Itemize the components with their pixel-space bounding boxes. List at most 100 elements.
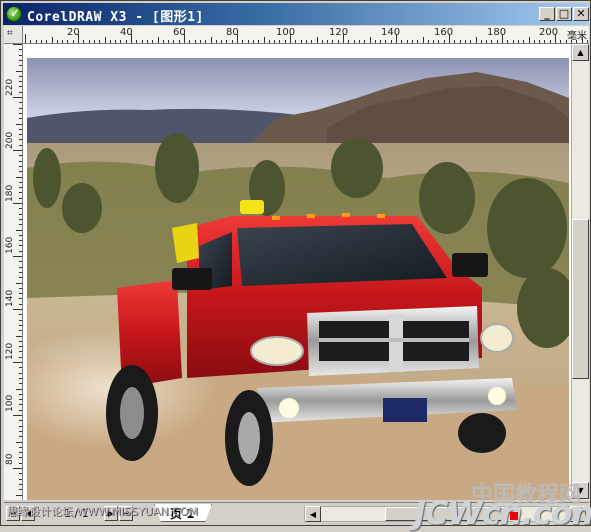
ruler-tick xyxy=(560,40,561,43)
ruler-tick xyxy=(370,37,371,43)
ruler-label: 180 xyxy=(487,27,506,38)
ruler-tick xyxy=(19,436,22,437)
ruler-tick xyxy=(566,40,567,43)
ruler-tick xyxy=(380,40,381,43)
truck-photo[interactable] xyxy=(27,58,569,500)
ruler-tick xyxy=(173,40,174,43)
ruler-tick xyxy=(19,235,22,236)
ruler-tick xyxy=(19,76,22,77)
ruler-tick xyxy=(13,256,22,257)
ruler-tick xyxy=(36,40,37,43)
ruler-tick xyxy=(338,40,339,43)
ruler-tick xyxy=(19,431,22,432)
ruler-tick xyxy=(179,40,180,43)
ruler-tick xyxy=(94,40,95,43)
ruler-tick xyxy=(19,304,22,305)
ruler-tick xyxy=(19,320,22,321)
ruler-tick xyxy=(269,40,270,43)
ruler-tick xyxy=(19,314,22,315)
ruler-tick xyxy=(16,283,22,284)
ruler-tick xyxy=(46,40,47,43)
ruler-tick xyxy=(19,272,22,273)
ruler-tick xyxy=(449,34,450,43)
ruler-tick xyxy=(19,65,22,66)
scroll-up-button[interactable]: ▲ xyxy=(572,44,589,61)
ruler-tick xyxy=(115,40,116,43)
ruler-tick xyxy=(19,298,22,299)
minimize-button[interactable]: _ xyxy=(539,7,555,21)
ruler-tick xyxy=(120,40,121,43)
ruler-label: 220 xyxy=(5,79,15,96)
ruler-tick xyxy=(507,40,508,43)
ruler-tick xyxy=(19,479,22,480)
ruler-tick xyxy=(354,40,355,43)
ruler-tick xyxy=(19,383,22,384)
ruler-label: 120 xyxy=(5,343,15,360)
ruler-tick xyxy=(195,40,196,43)
ruler-tick xyxy=(131,34,132,43)
ruler-tick xyxy=(19,399,22,400)
ruler-tick xyxy=(163,40,164,43)
coreldraw-icon[interactable]: ✓ xyxy=(6,6,22,22)
ruler-tick xyxy=(67,40,68,43)
ruler-tick xyxy=(19,139,22,140)
ruler-tick xyxy=(19,224,22,225)
close-button[interactable]: ✕ xyxy=(573,7,589,21)
ruler-tick xyxy=(582,37,583,43)
ruler-tick xyxy=(444,40,445,43)
ruler-tick xyxy=(19,473,22,474)
horizontal-ruler[interactable]: 20 40 60 80 100 120 140 160 180 200 毫米 xyxy=(23,26,589,44)
ruler-tick xyxy=(19,330,22,331)
drawing-canvas[interactable] xyxy=(23,44,571,500)
ruler-tick xyxy=(401,40,402,43)
ruler-label: 100 xyxy=(276,27,295,38)
ruler-tick xyxy=(19,484,22,485)
ruler-tick xyxy=(550,40,551,43)
ruler-tick xyxy=(13,468,22,469)
ruler-tick xyxy=(491,40,492,43)
ruler-tick xyxy=(110,40,111,43)
vertical-ruler[interactable]: 220 200 180 160 140 120 100 80 xyxy=(4,44,23,500)
ruler-tick xyxy=(19,325,22,326)
ruler-tick xyxy=(343,34,344,43)
ruler-tick xyxy=(19,245,22,246)
ruler-tick xyxy=(152,40,153,43)
ruler-label: 180 xyxy=(5,185,15,202)
ruler-tick xyxy=(391,40,392,43)
ruler-tick xyxy=(19,341,22,342)
ruler-tick xyxy=(83,40,84,43)
scroll-left-button[interactable]: ◀ xyxy=(305,506,321,522)
ruler-tick xyxy=(317,37,318,43)
ruler-tick xyxy=(126,40,127,43)
coreldraw-window: ✓ CorelDRAW X3 - [图形1] _ □ ✕ ⌗ 20 40 60 … xyxy=(0,0,591,526)
ruler-tick xyxy=(534,40,535,43)
vertical-scroll-thumb[interactable] xyxy=(572,219,589,379)
ruler-tick xyxy=(19,489,22,490)
ruler-tick xyxy=(481,40,482,43)
title-bar[interactable]: ✓ CorelDRAW X3 - [图形1] _ □ ✕ xyxy=(3,3,589,25)
ruler-tick xyxy=(189,40,190,43)
ruler-origin[interactable]: ⌗ xyxy=(4,26,23,44)
ruler-tick xyxy=(142,40,143,43)
maximize-button[interactable]: □ xyxy=(556,7,572,21)
ruler-tick xyxy=(19,394,22,395)
ruler-tick xyxy=(13,309,22,310)
vertical-scrollbar[interactable]: ▲ ▼ xyxy=(571,44,589,500)
ruler-tick xyxy=(571,40,572,43)
ruler-tick xyxy=(216,40,217,43)
ruler-tick xyxy=(13,415,22,416)
ruler-tick xyxy=(19,49,22,50)
ruler-tick xyxy=(19,161,22,162)
ruler-tick xyxy=(290,34,291,43)
ruler-tick xyxy=(544,40,545,43)
ruler-tick xyxy=(30,40,31,43)
ruler-label: 140 xyxy=(381,27,400,38)
ruler-tick xyxy=(19,182,22,183)
ruler-tick xyxy=(13,203,22,204)
ruler-tick xyxy=(428,40,429,43)
ruler-tick xyxy=(248,40,249,43)
ruler-tick xyxy=(89,40,90,43)
ruler-tick xyxy=(311,40,312,43)
ruler-label: 120 xyxy=(329,27,348,38)
ruler-tick xyxy=(200,40,201,43)
